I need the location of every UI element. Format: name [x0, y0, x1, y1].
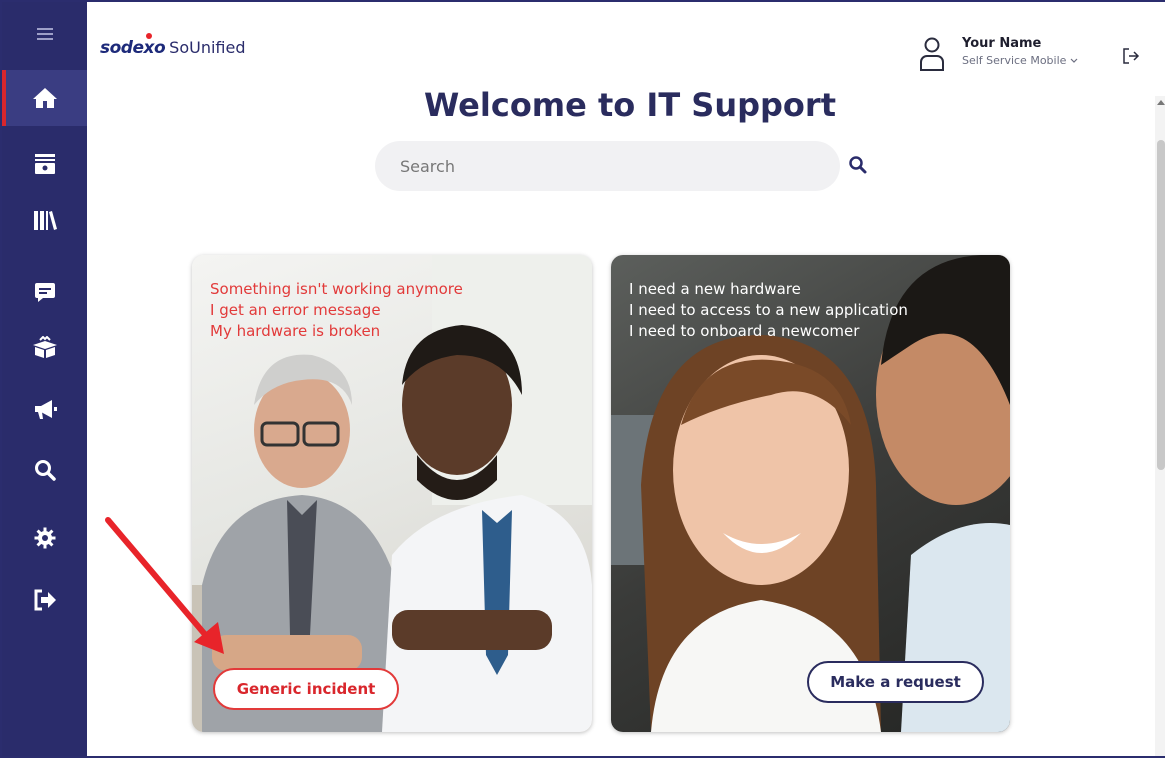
sidebar-item-chat[interactable] [2, 264, 87, 320]
incident-line: My hardware is broken [210, 322, 381, 340]
make-request-button[interactable]: Make a request [807, 661, 984, 703]
scrollbar-thumb[interactable] [1157, 140, 1165, 470]
brand-logo[interactable]: sodexo SoUnified [100, 33, 246, 68]
hamburger-menu-icon[interactable] [2, 12, 87, 56]
app-name: SoUnified [169, 38, 246, 57]
search-icon[interactable] [848, 155, 868, 175]
sidebar-item-home[interactable] [2, 70, 87, 126]
user-role: Self Service Mobile [962, 54, 1078, 67]
incident-line: Something isn't working anymore [210, 280, 463, 298]
user-menu[interactable]: Your Name Self Service Mobile [918, 36, 1078, 72]
annotation-arrow-icon [105, 517, 224, 654]
incident-examples: Something isn't working anymore I get an… [210, 279, 463, 342]
sidebar-item-logout[interactable] [2, 572, 87, 628]
incident-line: I get an error message [210, 301, 381, 319]
inbox-icon [34, 154, 55, 174]
page-title: Welcome to IT Support [424, 86, 836, 124]
search-bar [375, 141, 840, 191]
chevron-down-icon[interactable] [1070, 58, 1078, 64]
request-card[interactable]: I need a new hardware I need to access t… [611, 255, 1010, 732]
sign-out-icon [34, 589, 56, 611]
sidebar-item-announcements[interactable] [2, 382, 87, 438]
scroll-up-arrow[interactable] [1157, 100, 1165, 105]
user-role-label: Self Service Mobile [962, 54, 1067, 67]
incident-card[interactable]: Something isn't working anymore I get an… [192, 255, 592, 732]
sidebar-item-library[interactable] [2, 192, 87, 248]
chat-icon [34, 283, 55, 302]
logo-wordmark: sodexo [100, 38, 166, 58]
user-icon [920, 37, 944, 71]
gear-icon [34, 527, 55, 549]
request-line: I need to onboard a newcomer [629, 322, 860, 340]
sidebar [2, 2, 87, 756]
request-line: I need to access to a new application [629, 301, 908, 319]
request-examples: I need a new hardware I need to access t… [629, 279, 908, 342]
library-icon [33, 211, 57, 230]
search-icon [34, 460, 56, 481]
sidebar-item-settings[interactable] [2, 510, 87, 566]
logo-dot [146, 33, 152, 39]
request-line: I need a new hardware [629, 280, 801, 298]
home-icon [32, 88, 57, 108]
package-icon [32, 336, 57, 358]
sidebar-item-package[interactable] [2, 320, 87, 376]
sidebar-item-search[interactable] [2, 442, 87, 498]
user-name: Your Name [962, 36, 1042, 51]
search-input[interactable] [400, 156, 840, 176]
sidebar-item-inbox[interactable] [2, 136, 87, 192]
sign-out-icon[interactable] [1122, 47, 1140, 65]
megaphone-icon [34, 400, 57, 419]
generic-incident-button[interactable]: Generic incident [213, 668, 399, 710]
